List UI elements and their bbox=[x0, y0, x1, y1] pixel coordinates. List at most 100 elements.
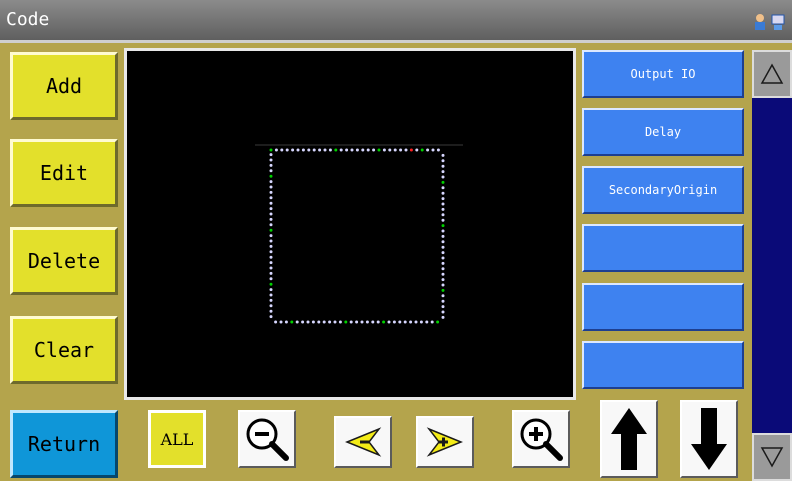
title-bar: Code bbox=[0, 0, 792, 43]
stitch-point bbox=[441, 256, 445, 260]
stitch-point bbox=[328, 320, 332, 324]
scrollbar-track[interactable] bbox=[752, 50, 792, 481]
stitch-point bbox=[441, 164, 445, 168]
add-button[interactable]: Add bbox=[10, 52, 118, 120]
stitch-point bbox=[269, 169, 273, 173]
stitch-point bbox=[269, 293, 273, 297]
stitch-point bbox=[269, 288, 273, 292]
stitch-point bbox=[436, 148, 440, 152]
stitch-point bbox=[441, 251, 445, 255]
stitch-point bbox=[349, 320, 353, 324]
stitch-point bbox=[441, 245, 445, 249]
stitch-point bbox=[388, 148, 392, 152]
stitch-point bbox=[398, 320, 402, 324]
return-button[interactable]: Return bbox=[10, 410, 118, 478]
prev-button[interactable] bbox=[334, 416, 392, 468]
stitch-point bbox=[307, 148, 311, 152]
stitch-point bbox=[345, 148, 349, 152]
zoom-out-button[interactable] bbox=[238, 410, 296, 468]
function-slot-4[interactable] bbox=[582, 224, 744, 272]
stitch-point bbox=[328, 148, 332, 152]
delay-button[interactable]: Delay bbox=[582, 108, 744, 156]
stitch-point bbox=[311, 320, 315, 324]
stitch-point bbox=[441, 294, 445, 298]
stitch-point bbox=[419, 320, 423, 324]
stitch-point bbox=[409, 320, 413, 324]
arrow-down-icon bbox=[691, 408, 727, 470]
stitch-point bbox=[269, 185, 273, 189]
delete-button[interactable]: Delete bbox=[10, 227, 118, 295]
stitch-point bbox=[441, 310, 445, 314]
stitch-point bbox=[441, 213, 445, 217]
stitch-point bbox=[269, 201, 273, 205]
stitch-point bbox=[350, 148, 354, 152]
stitch-point bbox=[403, 320, 407, 324]
stitch-point bbox=[360, 320, 364, 324]
stitch-point bbox=[306, 320, 310, 324]
stitch-point bbox=[441, 159, 445, 163]
scroll-down-icon[interactable] bbox=[752, 433, 792, 481]
stitch-point bbox=[436, 320, 440, 324]
stitch-point bbox=[269, 298, 273, 302]
zoom-in-button[interactable] bbox=[512, 410, 570, 468]
stitch-point bbox=[290, 320, 294, 324]
stitch-point bbox=[269, 315, 273, 319]
stitch-point bbox=[269, 148, 273, 152]
stitch-point bbox=[355, 320, 359, 324]
stitch-point bbox=[269, 223, 273, 227]
stitch-point bbox=[269, 266, 273, 270]
all-button[interactable]: ALL bbox=[148, 410, 206, 468]
stitch-point bbox=[441, 202, 445, 206]
stitch-point bbox=[269, 239, 273, 243]
stitch-point bbox=[269, 309, 273, 313]
stitch-point bbox=[285, 148, 289, 152]
stitch-point bbox=[269, 271, 273, 275]
stitch-point bbox=[269, 277, 273, 281]
stitch-point bbox=[365, 320, 369, 324]
stitch-point bbox=[269, 282, 273, 286]
stitch-point bbox=[269, 190, 273, 194]
stitch-point bbox=[269, 207, 273, 211]
zoom-in-icon bbox=[520, 418, 563, 461]
stitch-point bbox=[441, 267, 445, 271]
pattern-preview bbox=[255, 144, 463, 324]
stitch-point bbox=[441, 283, 445, 287]
stitch-point bbox=[269, 244, 273, 248]
stitch-point bbox=[301, 320, 305, 324]
up-button[interactable] bbox=[600, 400, 658, 478]
down-button[interactable] bbox=[680, 400, 738, 478]
stitch-point bbox=[441, 180, 445, 184]
edit-button[interactable]: Edit bbox=[10, 139, 118, 207]
stitch-point bbox=[295, 320, 299, 324]
stitch-point bbox=[425, 320, 429, 324]
stitch-point bbox=[339, 148, 343, 152]
stitch-point bbox=[269, 212, 273, 216]
stitch-point bbox=[269, 180, 273, 184]
pattern-canvas[interactable] bbox=[124, 48, 576, 400]
function-slot-5[interactable] bbox=[582, 283, 744, 331]
next-button[interactable] bbox=[416, 416, 474, 468]
stitch-point bbox=[441, 240, 445, 244]
stitch-point bbox=[441, 224, 445, 228]
stitch-point bbox=[372, 148, 376, 152]
stitch-point bbox=[414, 320, 418, 324]
stitch-point bbox=[269, 250, 273, 254]
stitch-point bbox=[393, 148, 397, 152]
stitch-point bbox=[269, 158, 273, 162]
stitch-point bbox=[269, 304, 273, 308]
stitch-point bbox=[426, 148, 430, 152]
stitch-point bbox=[441, 261, 445, 265]
output-io-button[interactable]: Output IO bbox=[582, 50, 744, 98]
stitch-point bbox=[441, 175, 445, 179]
stitch-point bbox=[382, 148, 386, 152]
stitch-point bbox=[317, 320, 321, 324]
stitch-point bbox=[269, 196, 273, 200]
stitch-point bbox=[420, 148, 424, 152]
scroll-up-icon[interactable] bbox=[752, 50, 792, 98]
function-slot-6[interactable] bbox=[582, 341, 744, 389]
clear-button[interactable]: Clear bbox=[10, 316, 118, 384]
stitch-point bbox=[296, 148, 300, 152]
stitch-point bbox=[361, 148, 365, 152]
secondary-origin-button[interactable]: SecondaryOrigin bbox=[582, 166, 744, 214]
stitch-point bbox=[441, 278, 445, 282]
